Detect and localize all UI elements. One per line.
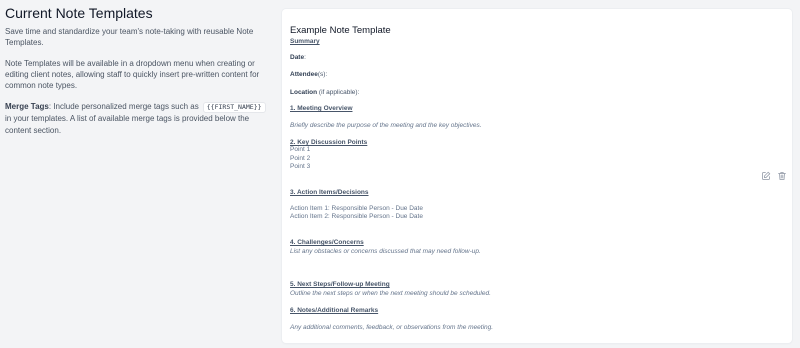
template-actions (760, 170, 787, 181)
edit-icon[interactable] (760, 170, 771, 181)
location-label: Location (290, 89, 318, 96)
date-suffix: : (304, 54, 306, 61)
attendee-field: Attendee(s): (290, 70, 327, 79)
merge-tags-text-after: in your templates. A list of available m… (5, 114, 250, 135)
page-title: Current Note Templates (5, 5, 153, 21)
merge-tags-label: Merge Tags (5, 102, 49, 111)
template-title: Example Note Template (290, 25, 391, 36)
location-suffix: (if applicable): (317, 89, 360, 96)
section-heading: 1. Meeting Overview (290, 105, 353, 112)
attendee-suffix: (s): (317, 71, 328, 78)
section-description: Any additional comments, feedback, or ob… (290, 324, 494, 331)
date-field: Date: (290, 53, 306, 62)
summary-heading: Summary (290, 38, 320, 45)
section-heading: 4. Challenges/Concerns (290, 239, 364, 246)
section-heading: 6. Notes/Additional Remarks (290, 307, 379, 314)
list-item: Point 1 (290, 146, 311, 153)
merge-tags-text: Merge Tags: Include personalized merge t… (5, 101, 273, 137)
merge-tags-text-before: : Include personalized merge tags such a… (48, 102, 199, 111)
section-description: List any obstacles or concerns discussed… (290, 248, 481, 255)
section-heading: 5. Next Steps/Follow-up Meeting (290, 281, 390, 288)
list-item: Point 3 (290, 163, 311, 170)
template-card: Example Note Template Summary Date: Atte… (282, 9, 792, 343)
merge-tag-example: {{FIRST_NAME}} (202, 102, 266, 113)
intro-text: Save time and standardize your team's no… (5, 27, 254, 47)
attendee-label: Attendee (290, 71, 318, 78)
dropdown-info-text: Note Templates will be available in a dr… (5, 59, 260, 90)
section-description: Outline the next steps or when the next … (290, 290, 491, 297)
info-panel: Current Note Templates Save time and sta… (5, 5, 273, 147)
date-label: Date (290, 54, 305, 61)
location-field: Location (if applicable): (290, 88, 359, 97)
section-heading: 3. Action Items/Decisions (290, 189, 369, 196)
section-description: Briefly describe the purpose of the meet… (290, 122, 482, 129)
trash-icon[interactable] (776, 170, 787, 181)
list-item: Action Item 2: Responsible Person - Due … (290, 213, 423, 220)
